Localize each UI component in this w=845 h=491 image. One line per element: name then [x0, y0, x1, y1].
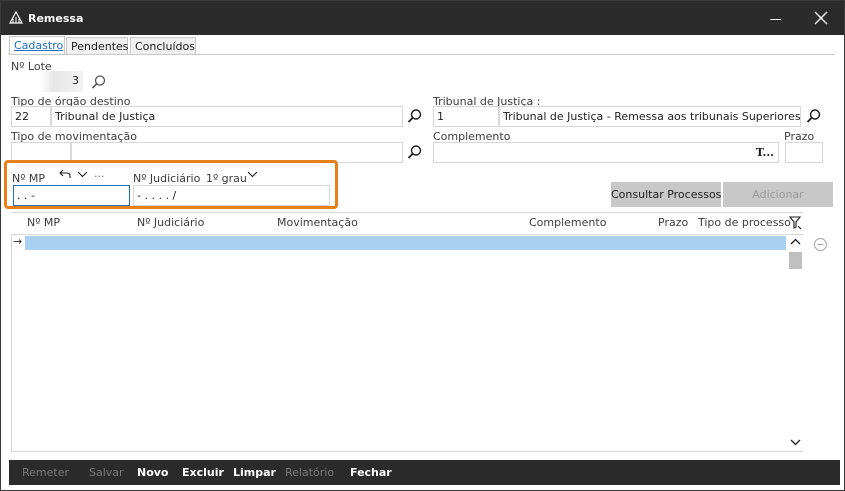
judiciario-value: - . . . . / [137, 189, 177, 202]
novo-button[interactable]: Novo [137, 466, 169, 479]
tribunal-name-field[interactable]: Tribunal de Justiça - Remessa aos tribun… [499, 106, 801, 127]
tribunal-code-field[interactable]: 1 [433, 106, 499, 127]
prazo-field[interactable] [785, 142, 823, 163]
scroll-thumb[interactable] [789, 252, 802, 269]
tipo-mov-search-icon[interactable] [407, 144, 423, 160]
fechar-button[interactable]: Fechar [350, 466, 392, 479]
remessa-window: Remessa Cadastro Pendentes Concluídos Nº… [0, 0, 845, 491]
grau-chevron-down-icon[interactable] [247, 171, 258, 178]
scroll-up-icon[interactable] [790, 237, 801, 247]
remove-row-icon[interactable] [813, 237, 828, 252]
salvar-button[interactable]: Salvar [89, 466, 124, 479]
adicionar-button[interactable]: Adicionar [723, 182, 833, 207]
remeter-button[interactable]: Remeter [22, 466, 69, 479]
scroll-down-icon[interactable] [790, 437, 801, 447]
col-judiciario[interactable]: Nº Judiciário [137, 216, 204, 229]
tipo-orgao-search-icon[interactable] [407, 108, 423, 124]
grid-header: Nº MP Nº Judiciário Movimentação Complem… [11, 212, 803, 234]
col-movimentacao[interactable]: Movimentação [277, 216, 358, 229]
limpar-button[interactable]: Limpar [233, 466, 276, 479]
relatorio-button[interactable]: Relatório [285, 466, 334, 479]
consultar-processos-button[interactable]: Consultar Processos [611, 182, 721, 207]
table-row[interactable] [25, 236, 786, 250]
tipo-orgao-name-field[interactable]: Tribunal de Justiça [51, 106, 403, 127]
grid-body: → [11, 234, 803, 452]
close-icon[interactable] [798, 1, 844, 35]
minimize-icon[interactable] [753, 1, 797, 35]
lote-search-icon[interactable] [91, 74, 107, 90]
col-mp[interactable]: Nº MP [27, 216, 60, 229]
tab-cadastro[interactable]: Cadastro [9, 36, 65, 55]
tribunal-name: Tribunal de Justiça - Remessa aos tribun… [503, 110, 801, 123]
mp-label: Nº MP [12, 172, 46, 185]
col-tipo-processo[interactable]: Tipo de processo [698, 216, 791, 229]
lote-value: 3 [72, 74, 79, 87]
col-prazo[interactable]: Prazo [658, 216, 688, 229]
grau-selector[interactable]: 1º grau [206, 172, 247, 185]
window-title: Remessa [28, 12, 84, 25]
title-bar: Remessa [1, 1, 844, 35]
tribunal-code: 1 [437, 110, 444, 123]
complemento-suffix: T... [755, 146, 774, 159]
excluir-button[interactable]: Excluir [182, 466, 224, 479]
tab-divider [9, 54, 835, 55]
tipo-orgao-code-field[interactable]: 22 [11, 106, 51, 127]
tipo-orgao-code: 22 [15, 110, 29, 123]
footer-toolbar: Remeter Salvar Novo Excluir Limpar Relat… [9, 460, 840, 485]
mp-input[interactable]: . . - [13, 185, 130, 206]
chevron-down-icon[interactable] [77, 171, 88, 178]
mp-value: . . - [17, 189, 35, 202]
app-logo-icon [9, 11, 23, 24]
tab-pendentes[interactable]: Pendentes [66, 37, 129, 55]
undo-icon[interactable] [59, 169, 71, 179]
more-options-icon[interactable]: ··· [94, 170, 105, 183]
judiciario-input[interactable]: - . . . . / [133, 185, 330, 206]
tipo-orgao-name: Tribunal de Justiça [55, 110, 156, 123]
complemento-field[interactable]: T... [433, 142, 779, 163]
row-indicator-icon: → [13, 235, 23, 248]
judiciario-label: Nº Judiciário [133, 172, 201, 185]
col-complemento[interactable]: Complemento [529, 216, 606, 229]
grid-scrollbar[interactable] [788, 235, 803, 451]
lote-field[interactable]: 3 [11, 71, 83, 92]
tab-concluidos[interactable]: Concluídos [130, 37, 196, 55]
tribunal-search-icon[interactable] [806, 108, 822, 124]
filter-icon[interactable] [789, 216, 802, 230]
